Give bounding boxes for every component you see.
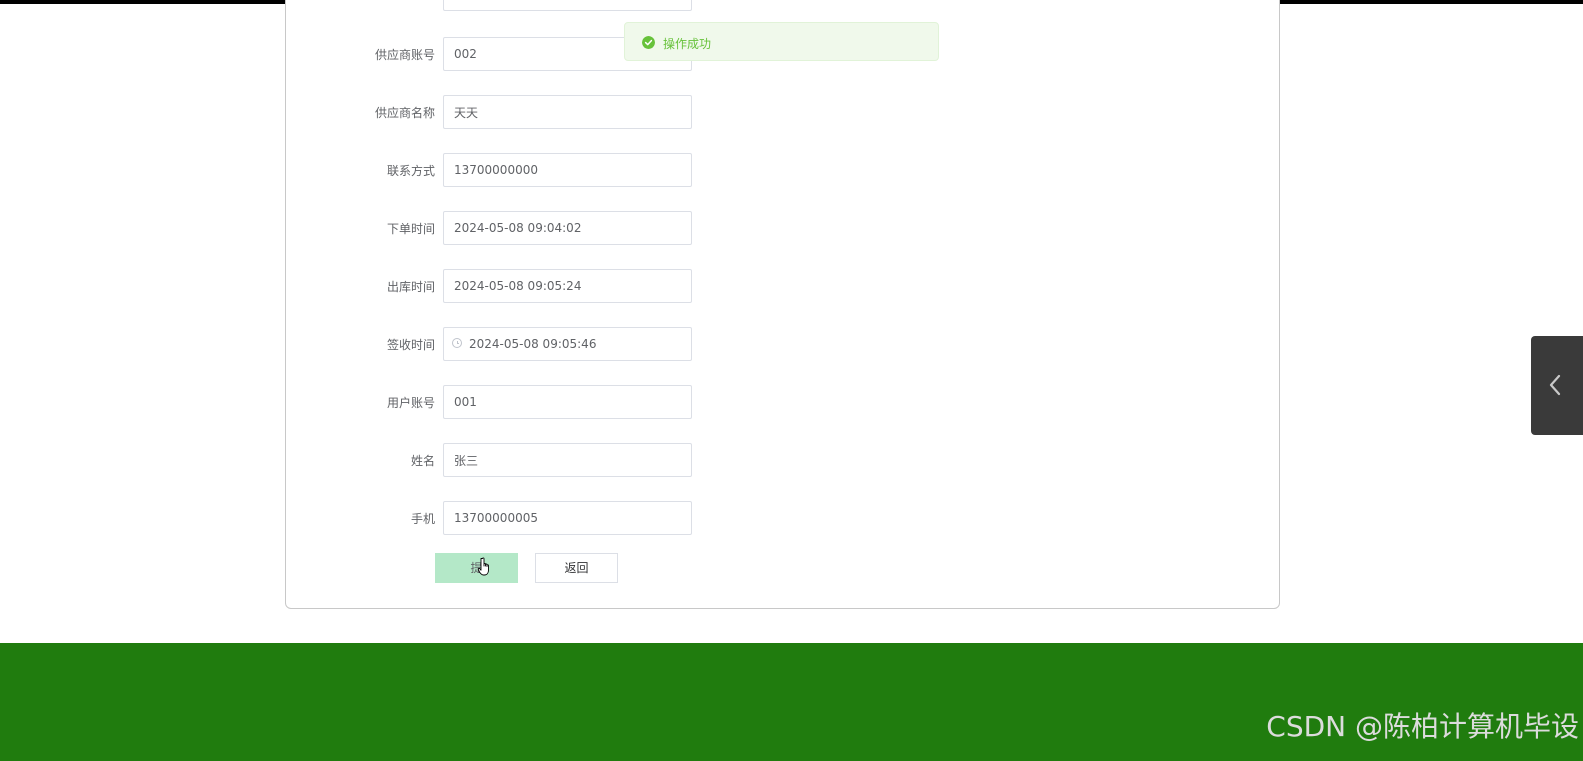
receipt-time-input[interactable] [443,327,692,361]
name-label: 姓名 [410,454,435,468]
form-row-contact: 联系方式 [286,153,986,187]
contact-input[interactable] [443,153,692,187]
outbound-time-input[interactable] [443,269,692,303]
page-footer: CSDN @陈柏计算机毕设 [0,643,1583,761]
phone-input[interactable] [443,501,692,535]
supplier-name-label: 供应商名称 [374,106,435,120]
hidden-field-input[interactable] [443,0,692,11]
form-card: 供应商账号 供应商名称 联系方式 下单时间 出库时间 签收时间 用户账号 姓名 … [285,0,1280,609]
hand-cursor-icon [477,557,489,576]
success-toast: 操作成功 [624,22,939,61]
phone-label: 手机 [410,512,435,526]
contact-label: 联系方式 [386,164,435,178]
form-row-outbound-time: 出库时间 [286,269,986,303]
chevron-left-icon [1549,374,1561,396]
supplier-account-label: 供应商账号 [374,48,435,62]
back-button[interactable]: 返回 [535,553,618,583]
toast-message: 操作成功 [663,37,712,51]
form-row-phone: 手机 [286,501,986,535]
user-account-label: 用户账号 [386,396,435,410]
order-time-input[interactable] [443,211,692,245]
form-row-user-account: 用户账号 [286,385,986,419]
form-row-supplier-name: 供应商名称 [286,95,986,129]
supplier-name-input[interactable] [443,95,692,129]
form-row-order-time: 下单时间 [286,211,986,245]
order-time-label: 下单时间 [386,222,435,236]
form-row-name: 姓名 [286,443,986,477]
side-drawer-toggle[interactable] [1531,336,1583,435]
clock-icon [452,338,462,348]
form-row-receipt-time: 签收时间 [286,327,986,361]
watermark-text: CSDN @陈柏计算机毕设 [1266,710,1579,743]
outbound-time-label: 出库时间 [386,280,435,294]
receipt-time-label: 签收时间 [386,338,435,352]
check-circle-icon [642,36,655,49]
form-row-hidden [286,0,986,11]
user-account-input[interactable] [443,385,692,419]
name-input[interactable] [443,443,692,477]
